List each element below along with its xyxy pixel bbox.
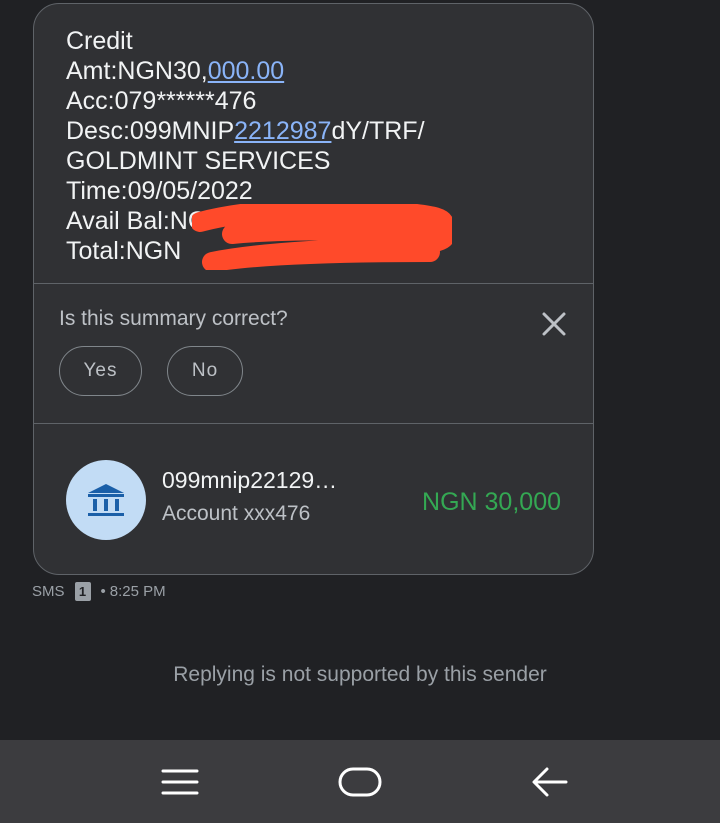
message-line: GOLDMINT SERVICES <box>66 147 331 175</box>
no-button[interactable]: No <box>167 346 243 396</box>
message-meta: SMS 1 • 8:25 PM <box>32 582 166 601</box>
bank-avatar <box>66 460 146 540</box>
amount-link[interactable]: 000.00 <box>208 57 284 85</box>
summary-question: Is this summary correct? <box>59 307 288 330</box>
bank-icon <box>88 484 124 516</box>
sim-badge-icon: 1 <box>74 582 91 601</box>
reply-unsupported-note: Replying is not supported by this sender <box>173 663 547 686</box>
transaction-amount: NGN 30,000 <box>422 488 561 516</box>
divider <box>34 423 593 424</box>
back-arrow-icon[interactable] <box>530 762 570 802</box>
message-bubble[interactable]: Credit Amt:NGN30,000.00 Acc:079******476… <box>33 3 594 575</box>
message-line: Acc:079******476 <box>66 87 257 115</box>
yes-button[interactable]: Yes <box>59 346 142 396</box>
system-navigation-bar <box>0 740 720 823</box>
divider <box>34 283 593 284</box>
message-line: Credit <box>66 27 133 55</box>
transaction-sender: 099mnip22129… <box>162 467 338 493</box>
message-line: Desc:099MNIP2212987dY/TRF/ <box>66 117 425 145</box>
channel-label: SMS <box>32 583 65 600</box>
transaction-account: Account xxx476 <box>162 502 311 525</box>
message-time: 8:25 PM <box>109 583 166 600</box>
separator-dot: • <box>100 583 106 600</box>
home-icon[interactable] <box>337 762 383 802</box>
phone-link[interactable]: 2212987 <box>234 117 331 145</box>
redaction-scribble <box>192 204 452 270</box>
message-line: Amt:NGN30,000.00 <box>66 57 285 85</box>
recent-apps-icon[interactable] <box>160 762 200 802</box>
message-line: Time:09/05/2022 <box>66 177 253 205</box>
close-icon[interactable] <box>539 309 569 339</box>
